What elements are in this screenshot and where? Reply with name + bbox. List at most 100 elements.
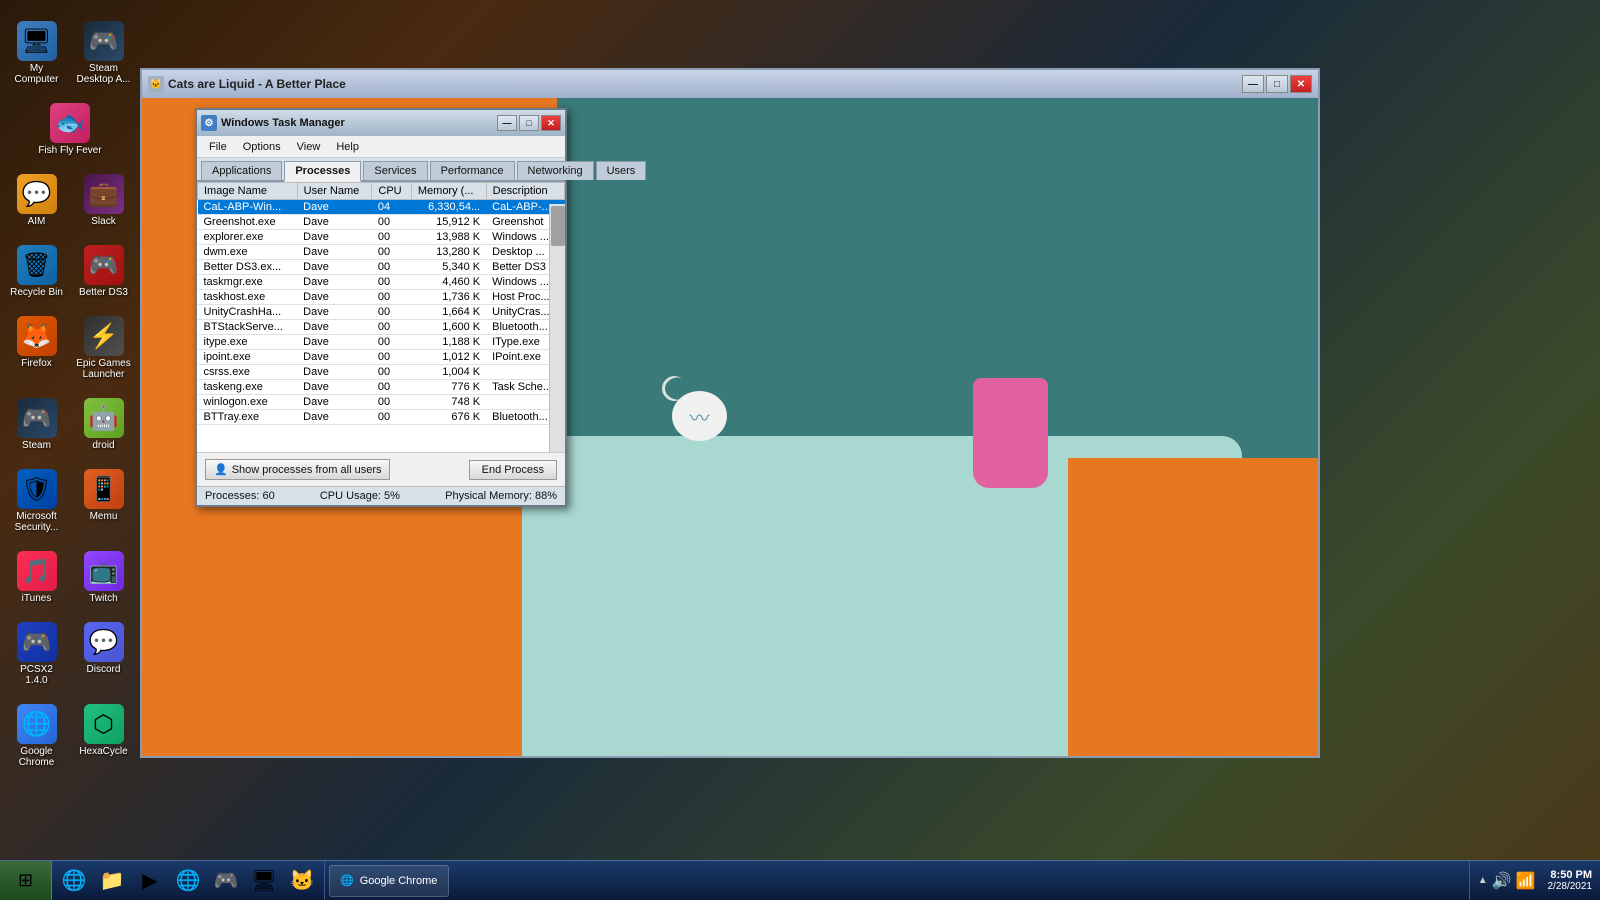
cell-user-name: Dave [297, 230, 372, 245]
show-processes-button[interactable]: 👤 Show processes from all users [205, 459, 390, 480]
taskbar-app-chrome[interactable]: 🌐 Google Chrome [329, 865, 449, 897]
task-manager-title-left: ⚙ Windows Task Manager [201, 115, 345, 131]
desktop-icon-my-computer[interactable]: 🖥 My Computer [5, 17, 68, 89]
desktop-icon-firefox[interactable]: 🦊 Firefox [5, 312, 68, 384]
game-minimize-button[interactable]: — [1242, 75, 1264, 93]
google-chrome-label: Google Chrome [9, 746, 64, 768]
taskbar-monitor-icon[interactable]: 🖥 [246, 863, 282, 899]
col-cpu[interactable]: CPU [372, 183, 411, 200]
ms-security-icon: 🛡 [17, 469, 57, 509]
col-image-name[interactable]: Image Name [198, 183, 298, 200]
menu-help[interactable]: Help [328, 139, 367, 155]
tab-networking[interactable]: Networking [517, 161, 594, 180]
table-row[interactable]: taskhost.exe Dave 00 1,736 K Host Proc..… [198, 290, 565, 305]
process-table: Image Name User Name CPU Memory (... Des… [197, 182, 565, 425]
tab-applications[interactable]: Applications [201, 161, 282, 180]
desktop-icon-ms-security[interactable]: 🛡 Microsoft Security... [5, 465, 68, 537]
desktop-icon-better-ds3[interactable]: 🎮 Better DS3 [72, 241, 135, 302]
table-row[interactable]: UnityCrashHa... Dave 00 1,664 K UnityCra… [198, 305, 565, 320]
tab-users[interactable]: Users [596, 161, 647, 180]
taskbar-folder-icon[interactable]: 📁 [94, 863, 130, 899]
desktop-icon-slack[interactable]: 💼 Slack [72, 170, 135, 231]
cell-memory: 4,460 K [411, 275, 486, 290]
table-row[interactable]: itype.exe Dave 00 1,188 K IType.exe [198, 335, 565, 350]
table-row[interactable]: BTTray.exe Dave 00 676 K Bluetooth... [198, 410, 565, 425]
desktop-icon-memu[interactable]: 📱 Memu [72, 465, 135, 537]
table-row[interactable]: Greenshot.exe Dave 00 15,912 K Greenshot [198, 215, 565, 230]
cell-user-name: Dave [297, 410, 372, 425]
table-row[interactable]: CaL-ABP-Win... Dave 04 6,330,54... CaL-A… [198, 200, 565, 215]
tab-performance[interactable]: Performance [430, 161, 515, 180]
start-icon: ⊞ [18, 870, 33, 891]
cell-memory: 1,736 K [411, 290, 486, 305]
menu-options[interactable]: Options [235, 139, 289, 155]
table-row[interactable]: BTStackServe... Dave 00 1,600 K Bluetoot… [198, 320, 565, 335]
table-row[interactable]: winlogon.exe Dave 00 748 K [198, 395, 565, 410]
process-table-scrollbar[interactable] [549, 204, 565, 452]
table-row[interactable]: taskeng.exe Dave 00 776 K Task Sche... [198, 380, 565, 395]
start-button[interactable]: ⊞ [0, 861, 52, 900]
itunes-label: iTunes [22, 593, 52, 604]
table-row[interactable]: explorer.exe Dave 00 13,988 K Windows ..… [198, 230, 565, 245]
cell-user-name: Dave [297, 350, 372, 365]
cell-cpu: 00 [372, 230, 411, 245]
desktop-icon-droid[interactable]: 🤖 droid [72, 394, 135, 455]
tab-processes[interactable]: Processes [284, 161, 361, 182]
taskbar-cat-icon[interactable]: 🐱 [284, 863, 320, 899]
game-maximize-button[interactable]: □ [1266, 75, 1288, 93]
taskbar-chrome-icon[interactable]: 🌐 [170, 863, 206, 899]
tm-minimize-button[interactable]: — [497, 115, 517, 131]
desktop-icon-pcsx2[interactable]: 🎮 PCSX2 1.4.0 [5, 618, 68, 690]
taskbar-ie-icon[interactable]: 🌐 [56, 863, 92, 899]
cat-tail [657, 371, 692, 406]
table-row[interactable]: dwm.exe Dave 00 13,280 K Desktop ... [198, 245, 565, 260]
tray-speaker-icon[interactable]: 🔊 [1492, 871, 1512, 891]
process-table-container: Image Name User Name CPU Memory (... Des… [197, 182, 565, 452]
cell-memory: 15,912 K [411, 215, 486, 230]
epic-games-icon: ⚡ [84, 316, 124, 356]
game-close-button[interactable]: ✕ [1290, 75, 1312, 93]
tm-maximize-button[interactable]: □ [519, 115, 539, 131]
table-row[interactable]: taskmgr.exe Dave 00 4,460 K Windows ... [198, 275, 565, 290]
tm-close-button[interactable]: ✕ [541, 115, 561, 131]
desktop-icon-hexacycle[interactable]: ⬡ HexaCycle [72, 700, 135, 772]
desktop-icon-fish-fly-fever[interactable]: 🐟 Fish Fly Fever [33, 99, 108, 160]
droid-label: droid [92, 440, 114, 451]
droid-icon: 🤖 [84, 398, 124, 438]
quick-launch-bar: 🌐 📁 ▶ 🌐 🎮 🖥 🐱 [52, 861, 325, 900]
fish-fly-fever-label: Fish Fly Fever [38, 145, 101, 156]
desktop-icon-steam[interactable]: 🎮 Steam [5, 394, 68, 455]
menu-file[interactable]: File [201, 139, 235, 155]
desktop-icon-discord[interactable]: 💬 Discord [72, 618, 135, 690]
notification-arrow[interactable]: ▲ [1478, 875, 1488, 886]
system-clock[interactable]: 8:50 PM 2/28/2021 [1540, 869, 1593, 892]
cell-image-name: csrss.exe [198, 365, 298, 380]
desktop-icon-recycle-bin[interactable]: 🗑 Recycle Bin [5, 241, 68, 302]
taskbar-media-icon[interactable]: ▶ [132, 863, 168, 899]
task-manager-statusbar: Processes: 60 CPU Usage: 5% Physical Mem… [197, 486, 565, 505]
cell-cpu: 04 [372, 200, 411, 215]
cell-image-name: CaL-ABP-Win... [198, 200, 298, 215]
desktop-icon-epic-games[interactable]: ⚡ Epic Games Launcher [72, 312, 135, 384]
desktop-icon-aim[interactable]: 💬 AIM [5, 170, 68, 231]
steam-desktop-label: Steam Desktop A... [76, 63, 131, 85]
table-row[interactable]: Better DS3.ex... Dave 00 5,340 K Better … [198, 260, 565, 275]
col-description[interactable]: Description [486, 183, 564, 200]
tab-services[interactable]: Services [363, 161, 427, 180]
col-memory[interactable]: Memory (... [411, 183, 486, 200]
desktop-icon-twitch[interactable]: 📺 Twitch [72, 547, 135, 608]
twitch-icon: 📺 [84, 551, 124, 591]
table-row[interactable]: csrss.exe Dave 00 1,004 K [198, 365, 565, 380]
end-process-button[interactable]: End Process [469, 460, 557, 480]
taskbar-controller-icon[interactable]: 🎮 [208, 863, 244, 899]
desktop-icon-google-chrome[interactable]: 🌐 Google Chrome [5, 700, 68, 772]
table-row[interactable]: ipoint.exe Dave 00 1,012 K IPoint.exe [198, 350, 565, 365]
tray-network-icon[interactable]: 📶 [1516, 871, 1536, 891]
menu-view[interactable]: View [289, 139, 329, 155]
cell-image-name: taskeng.exe [198, 380, 298, 395]
desktop-icon-steam-desktop[interactable]: 🎮 Steam Desktop A... [72, 17, 135, 89]
col-user-name[interactable]: User Name [297, 183, 372, 200]
discord-icon: 💬 [84, 622, 124, 662]
desktop-icon-itunes[interactable]: 🎵 iTunes [5, 547, 68, 608]
better-ds3-label: Better DS3 [79, 287, 128, 298]
